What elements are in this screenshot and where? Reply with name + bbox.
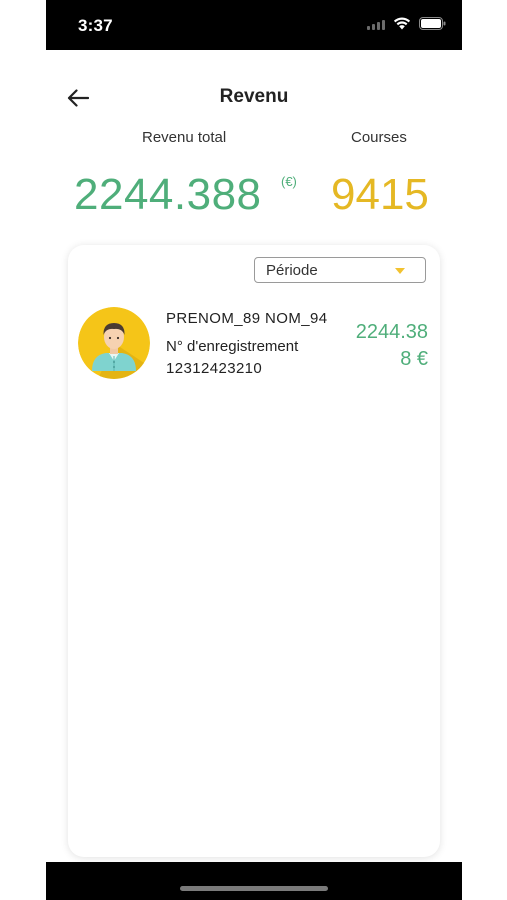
driver-revenue-amount: 2244.388 €	[355, 321, 428, 370]
home-indicator[interactable]	[180, 886, 328, 891]
wifi-icon	[393, 17, 411, 30]
page-title: Revenu	[219, 86, 289, 107]
registration-label: N° d'enregistrement	[166, 338, 299, 355]
driver-name: PRENOM_89 NOM_94	[166, 310, 328, 327]
status-icons	[367, 17, 446, 30]
status-bar: 3:37	[46, 0, 462, 50]
status-time: 3:37	[78, 16, 113, 35]
user-avatar-icon	[78, 307, 150, 379]
period-dropdown[interactable]: Période	[254, 257, 426, 283]
courses-count-value: 9415	[331, 170, 429, 219]
period-dropdown-label: Période	[266, 262, 318, 279]
app-screen: 3:37 Revenu Revenu total Courses 2244.38…	[46, 0, 462, 900]
driver-list-item[interactable]: PRENOM_89 NOM_94 N° d'enregistrement 123…	[68, 301, 440, 391]
caret-down-icon	[395, 268, 405, 274]
battery-icon	[419, 17, 446, 30]
revenue-total-label: Revenu total	[142, 129, 227, 146]
home-indicator-area	[46, 862, 462, 900]
courses-label: Courses	[351, 129, 407, 146]
cellular-signal-icon	[367, 18, 385, 30]
revenue-total-value: 2244.388	[74, 170, 262, 219]
navigation-bar: Revenu	[46, 76, 462, 120]
revenue-currency-unit: (€)	[281, 174, 297, 189]
registration-number: 12312423210	[166, 360, 263, 377]
drivers-revenue-card: Période PRENOM_89 NOM_94 N° d'enregistre…	[68, 245, 440, 857]
avatar	[78, 307, 150, 379]
